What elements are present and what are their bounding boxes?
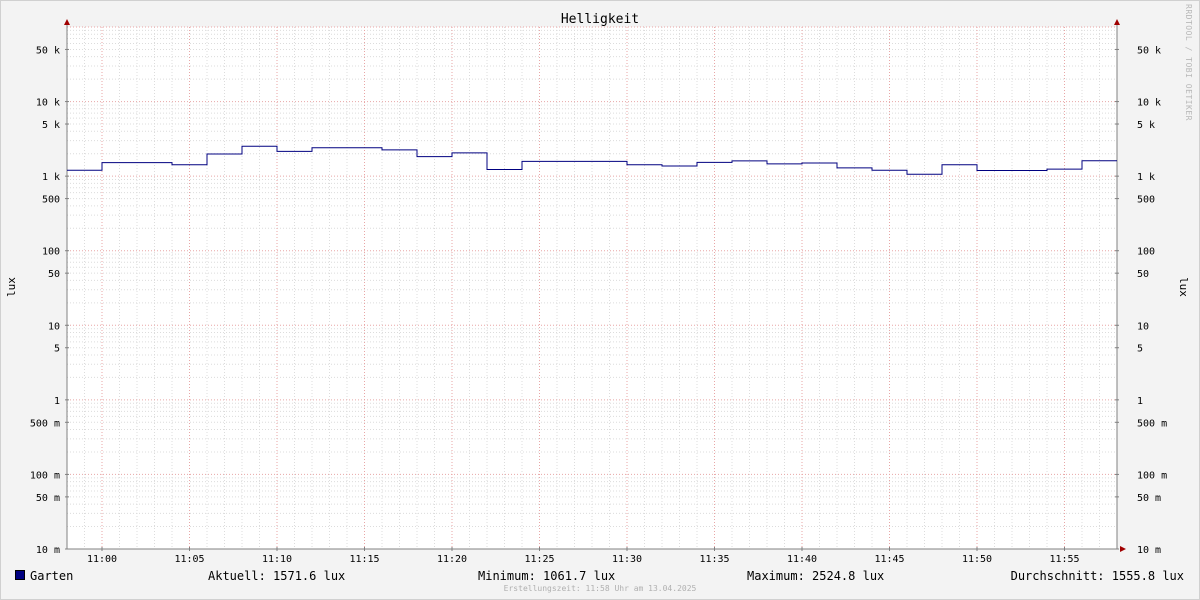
y-axis-label-left: lux xyxy=(5,277,18,297)
x-tick-label: 11:50 xyxy=(962,554,992,565)
legend-minimum: Minimum: 1061.7 lux xyxy=(478,569,616,583)
y-tick-label-left: 100 m xyxy=(30,470,60,481)
y-tick-label-right: 5 k xyxy=(1137,120,1155,131)
x-tick-label: 11:10 xyxy=(262,554,292,565)
y-tick-label-left: 1 xyxy=(54,396,60,407)
legend-average: Durchschnitt: 1555.8 lux xyxy=(1010,569,1184,583)
y-tick-label-left: 100 xyxy=(42,247,60,258)
chart-title: Helligkeit xyxy=(561,12,639,27)
y-tick-label-right: 1 xyxy=(1137,396,1143,407)
y-tick-label-right: 10 m xyxy=(1137,545,1161,556)
brightness-chart: 50 k 50 k 10 k 10 k 5 k 5 k 1 k 1 k 500 500 100 100… xyxy=(5,12,1190,565)
y-tick-label-left: 500 m xyxy=(30,418,60,429)
y-tick-label-left: 10 k xyxy=(36,98,60,109)
x-tick-label: 11:45 xyxy=(874,554,904,565)
x-tick-label: 11:00 xyxy=(87,554,117,565)
y-tick-label-right: 100 m xyxy=(1137,470,1167,481)
y-tick-label-right: 5 xyxy=(1137,344,1143,355)
y-tick-label-right: 10 xyxy=(1137,321,1149,332)
y-tick-label-right: 100 xyxy=(1137,247,1155,258)
x-tick-label: 11:20 xyxy=(437,554,467,565)
x-tick-label: 11:30 xyxy=(612,554,642,565)
y-tick-label-left: 50 xyxy=(48,269,60,280)
right-axis-arrow xyxy=(1114,19,1120,25)
x-tick-label: 11:55 xyxy=(1049,554,1079,565)
creation-time: Erstellungszeit: 11:58 Uhr am 13.04.2025 xyxy=(503,584,697,593)
y-tick-label-left: 500 xyxy=(42,195,60,206)
y-tick-label-left: 1 k xyxy=(42,172,60,183)
y-tick-label-right: 1 k xyxy=(1137,172,1155,183)
rrdtool-watermark: RRDTOOL / TOBI OETIKER xyxy=(1184,4,1193,121)
y-tick-label-right: 50 k xyxy=(1137,45,1161,56)
y-tick-label-left: 5 k xyxy=(42,120,60,131)
y-tick-label-left: 5 xyxy=(54,344,60,355)
y-tick-label-right: 50 xyxy=(1137,269,1149,280)
x-tick-label: 11:25 xyxy=(524,554,554,565)
x-tick-label: 11:15 xyxy=(349,554,379,565)
x-tick-label: 11:40 xyxy=(787,554,817,565)
legend-swatch xyxy=(15,570,25,580)
legend-maximum: Maximum: 2524.8 lux xyxy=(747,569,885,583)
y-tick-label-left: 10 xyxy=(48,321,60,332)
y-tick-label-left: 50 m xyxy=(36,493,60,504)
y-tick-label-left: 10 m xyxy=(36,545,60,556)
y-axis-label-right: lux xyxy=(1177,277,1190,297)
y-tick-label-right: 500 xyxy=(1137,195,1155,206)
y-tick-label-right: 500 m xyxy=(1137,418,1167,429)
x-tick-label: 11:35 xyxy=(699,554,729,565)
x-tick-label: 11:05 xyxy=(174,554,204,565)
y-tick-label-right: 10 k xyxy=(1137,98,1161,109)
legend-series-name: Garten xyxy=(30,569,74,583)
y-tick-label-right: 50 m xyxy=(1137,493,1161,504)
y-tick-label-left: 50 k xyxy=(36,45,60,56)
x-axis-arrow xyxy=(1120,546,1126,552)
legend-current: Aktuell: 1571.6 lux xyxy=(208,569,346,583)
left-axis-arrow xyxy=(64,19,70,25)
